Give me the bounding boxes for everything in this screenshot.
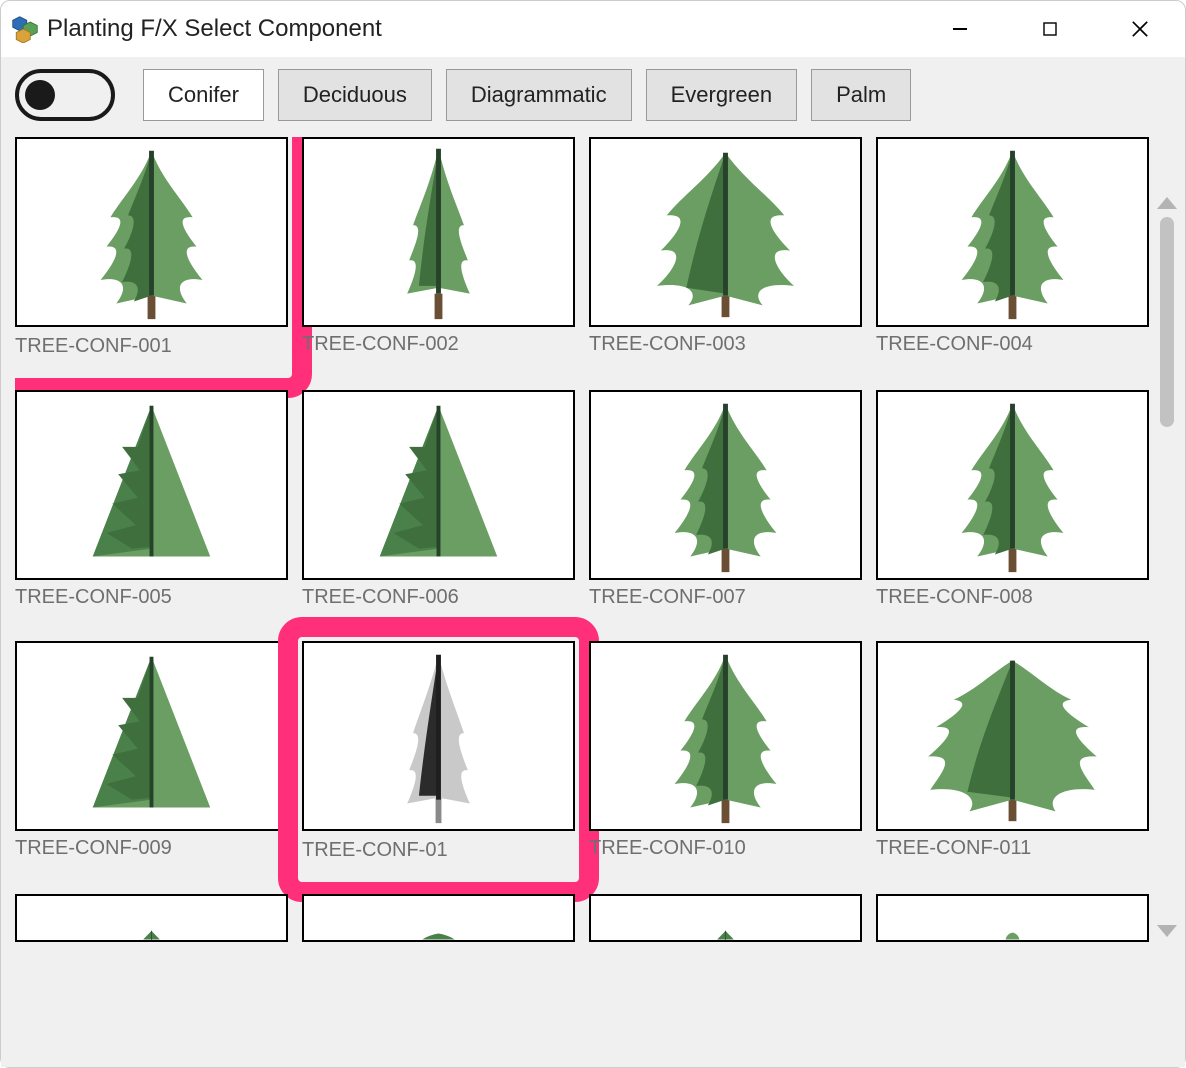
tab-evergreen[interactable]: Evergreen: [646, 69, 798, 121]
app-icon: [11, 15, 39, 43]
window-close-button[interactable]: [1095, 1, 1185, 57]
component-grid-wrap: TREE-CONF-001 TREE-CONF-002 TREE-CONF-00…: [15, 137, 1149, 1047]
component-label: TREE-CONF-004: [876, 333, 1149, 356]
component-thumb: [302, 641, 575, 831]
window-minimize-button[interactable]: [915, 1, 1005, 57]
tab-diagrammatic[interactable]: Diagrammatic: [446, 69, 632, 121]
component-label: TREE-CONF-008: [876, 586, 1149, 609]
component-item[interactable]: TREE-CONF-009: [15, 641, 288, 862]
component-thumb: [302, 894, 575, 942]
tab-deciduous[interactable]: Deciduous: [278, 69, 432, 121]
window-maximize-button[interactable]: [1005, 1, 1095, 57]
component-thumb: [15, 894, 288, 942]
component-label: TREE-CONF-010: [589, 837, 862, 860]
component-item[interactable]: TREE-CONF-010: [589, 641, 862, 862]
component-label: TREE-CONF-009: [15, 837, 288, 860]
component-item[interactable]: TREE-CONF-004: [876, 137, 1149, 358]
component-item[interactable]: TREE-CONF-002: [302, 137, 575, 358]
scroll-down-icon[interactable]: [1157, 925, 1177, 937]
component-item[interactable]: TREE-CONF-005: [15, 390, 288, 609]
component-thumb: [876, 894, 1149, 942]
component-item[interactable]: TREE-CONF-007: [589, 390, 862, 609]
component-thumb: [589, 641, 862, 831]
component-item[interactable]: TREE-CONF-01: [292, 631, 585, 888]
component-item[interactable]: TREE-CONF-006: [302, 390, 575, 609]
scroll-up-icon[interactable]: [1157, 197, 1177, 209]
component-thumb: [15, 390, 288, 580]
scroll-thumb[interactable]: [1160, 217, 1174, 427]
component-item[interactable]: TREE-CONF-003: [589, 137, 862, 358]
component-thumb: [15, 641, 288, 831]
component-item[interactable]: [15, 894, 288, 942]
component-thumb: [302, 390, 575, 580]
component-thumb: [876, 641, 1149, 831]
tab-palm[interactable]: Palm: [811, 69, 911, 121]
component-thumb: [589, 894, 862, 942]
component-label: TREE-CONF-01: [302, 839, 575, 862]
component-item[interactable]: [589, 894, 862, 942]
titlebar: Planting F/X Select Component: [1, 1, 1185, 57]
component-thumb: [302, 137, 575, 327]
content-area: Conifer Deciduous Diagrammatic Evergreen…: [1, 57, 1185, 1067]
component-item[interactable]: TREE-CONF-008: [876, 390, 1149, 609]
component-label: TREE-CONF-003: [589, 333, 862, 356]
component-thumb: [876, 137, 1149, 327]
component-item[interactable]: TREE-CONF-011: [876, 641, 1149, 862]
component-label: TREE-CONF-001: [15, 335, 288, 358]
component-label: TREE-CONF-007: [589, 586, 862, 609]
component-thumb: [589, 137, 862, 327]
dark-mode-toggle[interactable]: [15, 69, 115, 121]
toolbar: Conifer Deciduous Diagrammatic Evergreen…: [1, 57, 1185, 133]
window-title: Planting F/X Select Component: [47, 15, 382, 43]
component-thumb: [876, 390, 1149, 580]
component-label: TREE-CONF-005: [15, 586, 288, 609]
component-label: TREE-CONF-006: [302, 586, 575, 609]
component-label: TREE-CONF-002: [302, 333, 575, 356]
component-item[interactable]: TREE-CONF-001: [15, 137, 298, 384]
scrollbar[interactable]: [1155, 197, 1179, 937]
component-label: TREE-CONF-011: [876, 837, 1149, 860]
component-item[interactable]: [876, 894, 1149, 942]
component-grid: TREE-CONF-001 TREE-CONF-002 TREE-CONF-00…: [15, 137, 1149, 942]
toggle-knob: [25, 80, 55, 110]
component-thumb: [589, 390, 862, 580]
tab-conifer[interactable]: Conifer: [143, 69, 264, 121]
component-thumb: [15, 137, 288, 327]
component-item[interactable]: [302, 894, 575, 942]
